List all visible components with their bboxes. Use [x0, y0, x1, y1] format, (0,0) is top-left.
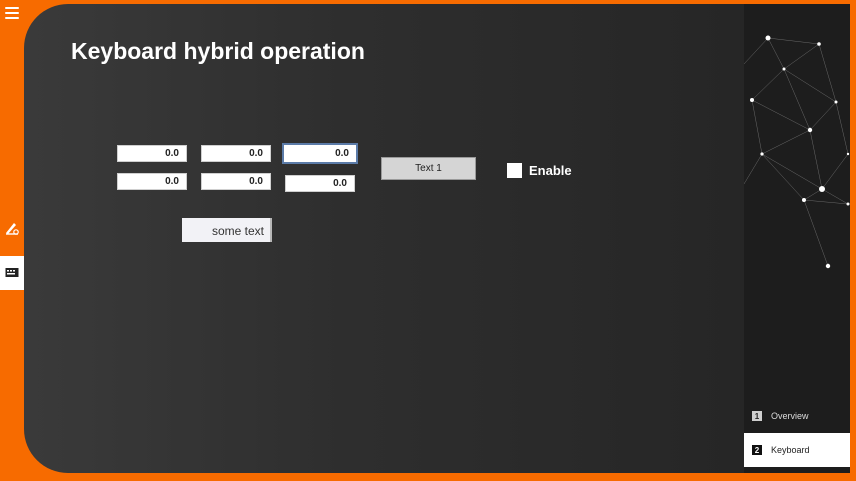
number-field-r1c3[interactable]: 0.0 [282, 143, 358, 164]
number-field-r2c3[interactable]: 0.0 [285, 175, 355, 192]
number-field-r2c2[interactable]: 0.0 [201, 173, 271, 190]
number-field-r2c1[interactable]: 0.0 [117, 173, 187, 190]
keyboard-panel-icon[interactable] [0, 256, 24, 290]
nav-label: Overview [771, 411, 809, 421]
number-field-r1c2[interactable]: 0.0 [201, 145, 271, 162]
nav-item-overview[interactable]: 1 Overview [744, 399, 850, 433]
page-title: Keyboard hybrid operation [71, 38, 365, 64]
network-graphic [744, 35, 850, 269]
number-field-r1c1[interactable]: 0.0 [117, 145, 187, 162]
enable-checkbox[interactable] [507, 163, 522, 178]
pen-settings-icon[interactable] [0, 211, 24, 245]
nav-item-keyboard[interactable]: 2 Keyboard [744, 433, 850, 467]
main-panel: Keyboard hybrid operation 0.0 0.0 0.0 0.… [24, 4, 744, 473]
right-nav-panel: 1 Overview 2 Keyboard [744, 4, 850, 473]
text-input[interactable]: some text [182, 218, 272, 242]
nav-number: 1 [752, 411, 762, 421]
menu-icon[interactable] [5, 6, 19, 20]
app-frame: Keyboard hybrid operation 0.0 0.0 0.0 0.… [0, 0, 856, 481]
nav-label: Keyboard [771, 445, 810, 455]
enable-label: Enable [529, 163, 572, 178]
nav-number: 2 [752, 445, 762, 455]
text1-button[interactable]: Text 1 [381, 157, 476, 180]
